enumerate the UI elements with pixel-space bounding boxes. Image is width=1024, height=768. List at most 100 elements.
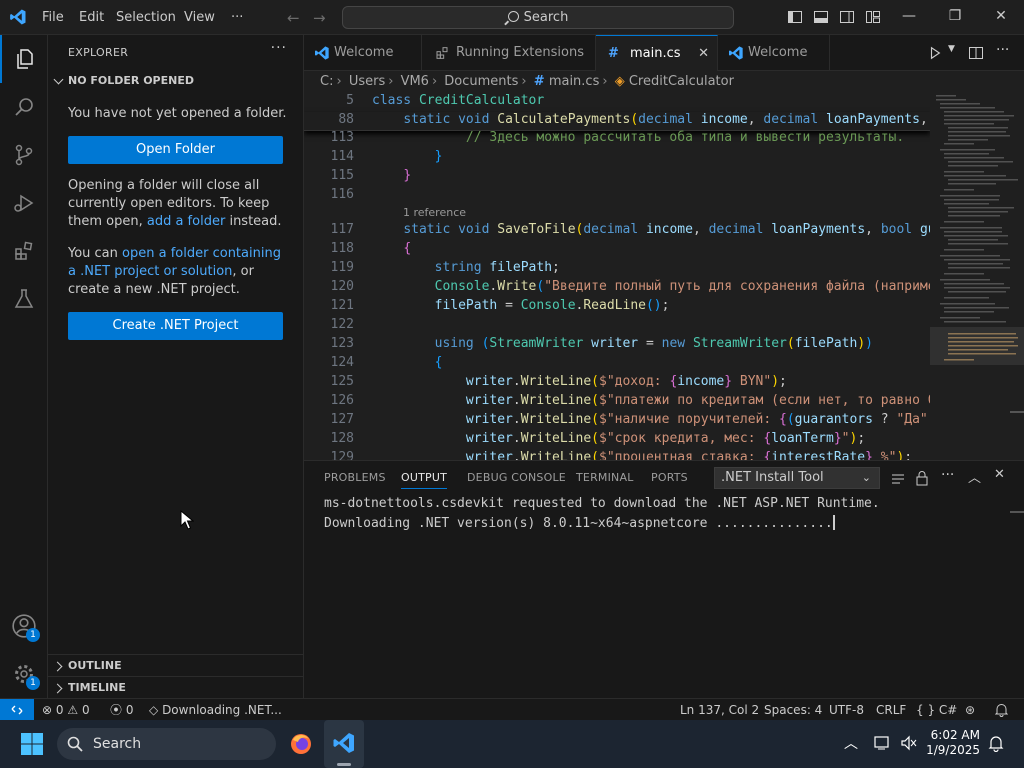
- minimize-window-icon[interactable]: —: [886, 0, 932, 35]
- minimap-preview: [930, 95, 1024, 365]
- crumb-class[interactable]: CreditCalculator: [629, 74, 734, 89]
- language-mode[interactable]: { } C#: [916, 699, 957, 721]
- code-editor[interactable]: 5 class CreditCalculator 88 static void …: [304, 93, 930, 460]
- close-panel-icon[interactable]: ✕: [994, 467, 1005, 482]
- volume-muted-icon[interactable]: [900, 735, 918, 751]
- vscode-taskbar-button[interactable]: [324, 720, 364, 768]
- lock-icon[interactable]: [915, 470, 929, 486]
- run-icon[interactable]: [928, 46, 942, 60]
- clear-output-icon[interactable]: [890, 471, 906, 487]
- code-line: }: [434, 149, 443, 164]
- info-text-end: instead.: [229, 214, 282, 229]
- maximize-panel-icon[interactable]: ︿: [968, 467, 981, 486]
- crumb-users[interactable]: Users: [349, 74, 385, 89]
- sidebar-more-actions[interactable]: ···: [271, 40, 287, 56]
- code-line: string filePath;: [434, 260, 560, 275]
- tab-problems[interactable]: PROBLEMS: [324, 471, 386, 484]
- toggle-secondary-sidebar-icon[interactable]: [839, 9, 855, 25]
- task-status[interactable]: ◇ Downloading .NET...: [149, 699, 282, 721]
- timeline-section-header[interactable]: TIMELINE: [48, 676, 304, 698]
- code-line: writer.WriteLine($"процентная ставка: {i…: [465, 450, 913, 460]
- taskbar-clock[interactable]: 6:02 AM 1/9/2025: [926, 728, 980, 758]
- command-center-search[interactable]: Search: [342, 6, 734, 29]
- line-number: 88: [338, 112, 354, 127]
- error-count: 0: [55, 703, 64, 717]
- sticky-line[interactable]: 88 static void CalculatePayments(decimal…: [304, 112, 930, 131]
- accounts-activity[interactable]: 1: [0, 602, 48, 650]
- taskbar-search[interactable]: Search: [57, 728, 276, 760]
- create-dotnet-project-button[interactable]: Create .NET Project: [68, 312, 283, 340]
- chevron-up-icon[interactable]: ︿: [844, 733, 858, 753]
- notification-bell-icon[interactable]: [988, 735, 1004, 752]
- tab-welcome[interactable]: Welcome: [304, 35, 422, 71]
- add-folder-link[interactable]: add a folder: [147, 214, 225, 229]
- extensions-activity[interactable]: [0, 227, 48, 275]
- cursor-position[interactable]: Ln 137, Col 2: [680, 699, 759, 721]
- back-arrow-icon[interactable]: ←: [287, 9, 300, 27]
- windows-start-icon[interactable]: [20, 732, 44, 756]
- remote-indicator[interactable]: [0, 699, 34, 721]
- sticky-line[interactable]: 5 class CreditCalculator: [304, 93, 930, 112]
- no-folder-section-header[interactable]: NO FOLDER OPENED: [48, 70, 304, 92]
- search-icon: [67, 736, 83, 752]
- toggle-primary-sidebar-icon[interactable]: [787, 9, 803, 25]
- tab-debug-console[interactable]: DEBUG CONSOLE: [467, 471, 566, 484]
- language-label: C#: [938, 703, 958, 717]
- minimap[interactable]: [930, 93, 1024, 460]
- explorer-activity[interactable]: [0, 35, 48, 83]
- crumb-vm6[interactable]: VM6: [401, 74, 429, 89]
- chevron-right-icon: [52, 683, 63, 694]
- output-channel-select[interactable]: .NET Install Tool ⌄: [714, 467, 880, 489]
- network-icon[interactable]: [874, 735, 892, 751]
- outline-section-header[interactable]: OUTLINE: [48, 654, 304, 676]
- encoding[interactable]: UTF-8: [829, 699, 864, 721]
- notifications-status[interactable]: [994, 699, 1009, 721]
- testing-activity[interactable]: [0, 275, 48, 323]
- search-activity[interactable]: [0, 83, 48, 131]
- tab-welcome-2[interactable]: Welcome: [718, 35, 830, 71]
- menu-view[interactable]: View: [184, 0, 215, 35]
- source-control-activity[interactable]: [0, 131, 48, 179]
- editor-tabs: Welcome Running Extensions # main.cs ✕ W…: [304, 35, 1024, 71]
- restore-window-icon[interactable]: ❐: [932, 0, 978, 35]
- customize-layout-icon[interactable]: [865, 9, 881, 25]
- close-tab-icon[interactable]: ✕: [698, 36, 709, 72]
- firefox-icon[interactable]: [289, 732, 313, 756]
- line-ending[interactable]: CRLF: [876, 699, 906, 721]
- tab-ports[interactable]: PORTS: [651, 471, 688, 484]
- menu-more[interactable]: ···: [231, 0, 243, 35]
- chevron-down-icon: [53, 74, 64, 85]
- close-window-icon[interactable]: ✕: [978, 0, 1024, 35]
- running-indicator: [337, 763, 351, 766]
- menu-edit[interactable]: Edit: [79, 0, 104, 35]
- tab-terminal[interactable]: TERMINAL: [576, 471, 634, 484]
- ports-status[interactable]: ⦿ 0: [110, 699, 133, 721]
- line-number: 122: [330, 317, 354, 332]
- manage-activity[interactable]: 1: [0, 650, 48, 698]
- more-actions-icon[interactable]: ···: [941, 467, 954, 483]
- crumb-documents[interactable]: Documents: [444, 74, 518, 89]
- codelens-reference[interactable]: 1 reference: [403, 206, 466, 219]
- menu-selection[interactable]: Selection: [116, 0, 176, 35]
- tab-main-cs[interactable]: # main.cs ✕: [596, 35, 718, 71]
- chevron-down-icon[interactable]: ▼: [948, 44, 955, 54]
- problems-status[interactable]: ⊗ 0 ⚠ 0: [42, 699, 90, 721]
- forward-arrow-icon[interactable]: →: [313, 9, 326, 27]
- tab-running-extensions[interactable]: Running Extensions: [422, 35, 596, 71]
- scrollbar-thumb[interactable]: [1010, 411, 1024, 413]
- search-icon: [15, 98, 33, 116]
- tab-output[interactable]: OUTPUT: [401, 471, 448, 489]
- more-actions-icon[interactable]: ···: [996, 42, 1009, 58]
- crumb-file[interactable]: main.cs: [549, 74, 600, 89]
- mouse-pointer-icon: [180, 510, 194, 530]
- indentation[interactable]: Spaces: 4: [764, 699, 822, 721]
- copilot-status[interactable]: ⊛: [965, 699, 975, 721]
- toggle-panel-icon[interactable]: [813, 9, 829, 25]
- panel-scrollbar[interactable]: [1010, 511, 1024, 513]
- run-debug-activity[interactable]: [0, 179, 48, 227]
- open-folder-button[interactable]: Open Folder: [68, 136, 283, 164]
- crumb-drive[interactable]: C:: [320, 74, 333, 89]
- line-number: 117: [330, 222, 354, 237]
- menu-file[interactable]: File: [42, 0, 64, 35]
- split-editor-icon[interactable]: [968, 45, 984, 61]
